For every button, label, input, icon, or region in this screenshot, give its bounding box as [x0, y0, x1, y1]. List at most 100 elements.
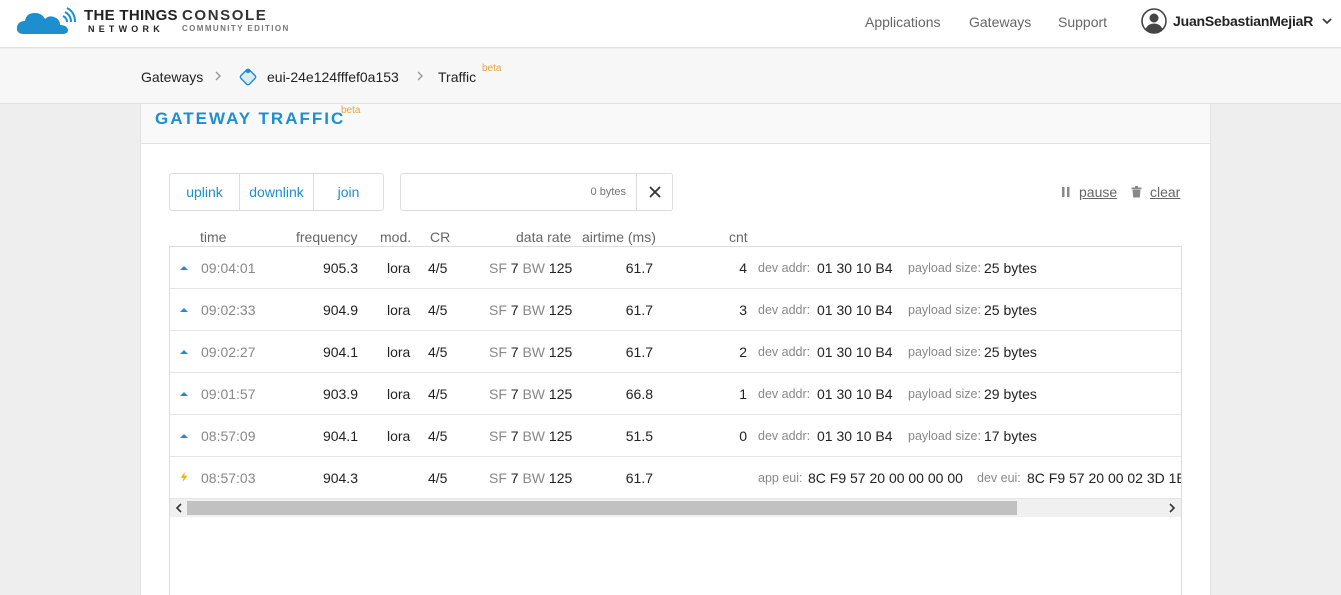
nav-gateways[interactable]: Gateways: [969, 14, 1031, 30]
cell-data-rate: SF 7 BW 125: [489, 260, 572, 276]
cell-cr: 4/5: [428, 470, 448, 486]
cell-airtime: 61.7: [625, 260, 653, 276]
sf-value: 7: [510, 260, 519, 276]
cell-airtime: 61.7: [625, 344, 653, 360]
payload-size-label: payload size:: [908, 345, 981, 359]
lightning-icon: [180, 472, 188, 482]
bw-label: BW: [522, 386, 546, 402]
bw-label: BW: [522, 260, 546, 276]
column-header-cnt: cnt: [729, 229, 748, 245]
cell-payload: 29 bytes: [984, 386, 1037, 402]
table-row[interactable]: 08:57:03 904.3 4/5 SF 7 BW 125 61.7 app …: [170, 457, 1181, 499]
cell-time: 09:04:01: [201, 260, 256, 276]
cell-cnt: 1: [739, 386, 747, 402]
cell-airtime: 61.7: [625, 302, 653, 318]
bw-label: BW: [522, 344, 546, 360]
dev-addr-label: dev addr:: [758, 387, 811, 401]
chevron-right-icon: [417, 71, 423, 81]
cell-airtime: 51.5: [625, 428, 653, 444]
top-navbar: THE THINGS NETWORK CONSOLE COMMUNITY EDI…: [0, 0, 1341, 48]
sf-label: SF: [489, 428, 507, 444]
cell-cnt: 2: [739, 344, 747, 360]
sf-value: 7: [510, 302, 519, 318]
cell-dev-addr: 01 30 10 B4: [817, 302, 893, 318]
breadcrumb-beta-badge: beta: [482, 63, 502, 74]
cloud-logo-icon: [16, 7, 76, 34]
bw-value: 125: [548, 344, 573, 360]
cell-cr: 4/5: [428, 386, 448, 402]
table-row[interactable]: 09:02:33 904.9 lora 4/5 SF 7 BW 125 61.7…: [170, 289, 1181, 331]
horizontal-scrollbar[interactable]: [170, 499, 1181, 517]
table-row[interactable]: 09:04:01 905.3 lora 4/5 SF 7 BW 125 61.7…: [170, 247, 1181, 289]
cell-airtime: 66.8: [625, 386, 653, 402]
table-row[interactable]: 09:02:27 904.1 lora 4/5 SF 7 BW 125 61.7…: [170, 331, 1181, 373]
breadcrumb-traffic-label: Traffic: [438, 69, 477, 85]
cell-frequency: 904.3: [322, 470, 358, 486]
cell-frequency: 904.1: [322, 344, 358, 360]
scroll-left-icon[interactable]: [173, 502, 185, 514]
cell-dev-addr: 01 30 10 B4: [817, 260, 893, 276]
payload-size-label: payload size:: [908, 429, 981, 443]
payload-filter-input[interactable]: [401, 174, 636, 210]
cell-payload: 25 bytes: [984, 302, 1037, 318]
clear-filter-button[interactable]: [636, 173, 673, 211]
cell-cr: 4/5: [428, 260, 448, 276]
filter-toggle-group: uplink downlink join: [169, 173, 384, 211]
cell-payload: 25 bytes: [984, 344, 1037, 360]
uplink-arrow-icon: [180, 392, 188, 396]
pause-button[interactable]: pause: [1061, 184, 1117, 200]
uplink-arrow-icon: [180, 266, 188, 270]
scroll-right-icon[interactable]: [1166, 502, 1178, 514]
sf-value: 7: [510, 428, 519, 444]
page-title: GATEWAY TRAFFIC: [155, 109, 346, 128]
user-avatar-icon: [1141, 8, 1167, 34]
breadcrumb-gateway-id[interactable]: eui-24e124fffef0a153: [267, 69, 399, 85]
cell-time: 09:02:27: [201, 344, 256, 360]
edition-label: COMMUNITY EDITION: [182, 24, 290, 33]
panel-beta-badge: beta: [341, 105, 361, 116]
column-header-cr: CR: [430, 229, 451, 245]
cell-time: 08:57:09: [201, 428, 256, 444]
sf-value: 7: [510, 344, 519, 360]
breadcrumb: Gateways eui-24e124fffef0a153 Traffic be…: [0, 49, 1341, 104]
sf-label: SF: [489, 302, 507, 318]
bw-value: 125: [548, 428, 573, 444]
traffic-table: 09:04:01 905.3 lora 4/5 SF 7 BW 125 61.7…: [169, 246, 1182, 595]
clear-label: clear: [1150, 184, 1181, 200]
cell-frequency: 904.1: [322, 428, 358, 444]
cell-data-rate: SF 7 BW 125: [489, 344, 572, 360]
nav-support[interactable]: Support: [1058, 14, 1107, 30]
filter-uplink-button[interactable]: uplink: [170, 174, 240, 210]
bw-value: 125: [548, 260, 573, 276]
bw-label: BW: [522, 302, 546, 318]
pause-icon: [1062, 187, 1070, 197]
trash-icon: [1131, 186, 1142, 198]
cell-data-rate: SF 7 BW 125: [489, 428, 572, 444]
brand-name: THE THINGS NETWORK: [84, 8, 178, 35]
cell-time: 09:01:57: [201, 386, 256, 402]
cell-data-rate: SF 7 BW 125: [489, 302, 572, 318]
clear-button[interactable]: clear: [1131, 184, 1180, 200]
column-header-data-rate: data rate: [516, 229, 572, 245]
bw-value: 125: [548, 302, 573, 318]
dev-addr-label: dev addr:: [758, 261, 811, 275]
filter-downlink-button[interactable]: downlink: [240, 174, 314, 210]
cell-cr: 4/5: [428, 428, 448, 444]
cell-data-rate: SF 7 BW 125: [489, 386, 572, 402]
payload-size-label: payload size:: [908, 387, 981, 401]
filter-join-button[interactable]: join: [314, 174, 383, 210]
nav-applications[interactable]: Applications: [865, 14, 941, 30]
table-row[interactable]: 09:01:57 903.9 lora 4/5 SF 7 BW 125 66.8…: [170, 373, 1181, 415]
logo[interactable]: [16, 6, 76, 36]
cell-mod: lora: [387, 428, 411, 444]
pause-label: pause: [1079, 184, 1118, 200]
scrollbar-thumb[interactable]: [187, 501, 1017, 515]
uplink-arrow-icon: [180, 308, 188, 312]
console-title: CONSOLE COMMUNITY EDITION: [182, 8, 290, 34]
column-header-airtime: airtime (ms): [582, 229, 656, 245]
user-menu[interactable]: JuanSebastianMejiaR: [1141, 8, 1333, 34]
cell-time: 09:02:33: [201, 302, 256, 318]
cell-payload: 25 bytes: [984, 260, 1037, 276]
table-row[interactable]: 08:57:09 904.1 lora 4/5 SF 7 BW 125 51.5…: [170, 415, 1181, 457]
breadcrumb-gateways[interactable]: Gateways: [141, 69, 203, 85]
